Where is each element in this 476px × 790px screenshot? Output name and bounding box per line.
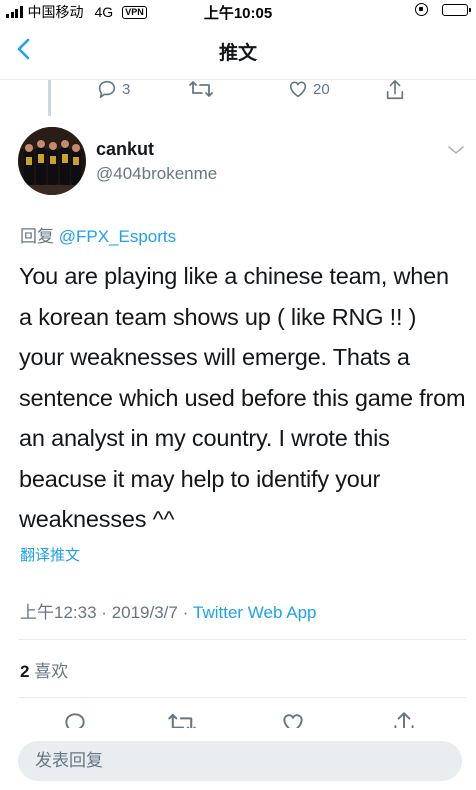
status-time: 上午10:05 — [203, 5, 273, 22]
tweet-time: 上午12:33 — [20, 603, 97, 622]
lock-rotation-icon — [415, 3, 428, 16]
tweet-source-link[interactable]: Twitter Web App — [193, 603, 316, 622]
tweet-date: 2019/3/7 — [111, 603, 178, 622]
previous-share-button[interactable] — [384, 78, 406, 102]
share-icon — [386, 80, 404, 100]
reply-input[interactable] — [18, 741, 462, 781]
user-handle[interactable]: @404brokenme — [96, 164, 217, 184]
previous-like-count: 20 — [313, 80, 330, 98]
reply-mention-link[interactable]: @FPX_Esports — [59, 227, 176, 246]
avatar[interactable] — [18, 127, 86, 195]
meta-separator: · — [101, 603, 107, 622]
previous-tweet-actions: 3 20 — [0, 78, 476, 102]
likes-label: 喜欢 — [34, 662, 69, 681]
tweet-text: You are playing like a chinese team, whe… — [19, 263, 466, 532]
reply-context: 回复 @FPX_Esports — [20, 222, 176, 247]
reply-prefix: 回复 — [20, 227, 54, 246]
display-name[interactable]: cankut — [96, 139, 154, 160]
divider — [18, 639, 466, 640]
divider — [18, 697, 466, 698]
likes-count: 2 — [20, 662, 30, 681]
status-right — [415, 3, 471, 16]
likes-stat[interactable]: 2 喜欢 — [20, 657, 68, 682]
retweet-icon — [189, 81, 213, 97]
chevron-down-icon — [448, 146, 464, 154]
like-icon — [289, 81, 307, 98]
battery-icon — [442, 3, 471, 16]
page-title: 推文 — [218, 43, 257, 64]
tweet-meta: 上午12:33 · 2019/3/7 · Twitter Web App — [20, 598, 316, 623]
avatar-image — [18, 127, 86, 195]
nav-bar: 推文 — [0, 22, 476, 80]
previous-like-button[interactable]: 20 — [287, 78, 330, 100]
reply-icon — [98, 80, 116, 99]
meta-separator-2: · — [182, 603, 189, 622]
previous-reply-button[interactable]: 3 — [96, 78, 130, 100]
more-options-button[interactable] — [446, 143, 466, 157]
translate-tweet-link[interactable]: 翻译推文 — [20, 544, 80, 565]
previous-reply-count: 3 — [122, 80, 131, 98]
reply-composer — [0, 728, 476, 790]
previous-retweet-button[interactable] — [188, 78, 214, 100]
status-bar: 中国移动 4G VPN 上午10:05 — [0, 0, 476, 22]
